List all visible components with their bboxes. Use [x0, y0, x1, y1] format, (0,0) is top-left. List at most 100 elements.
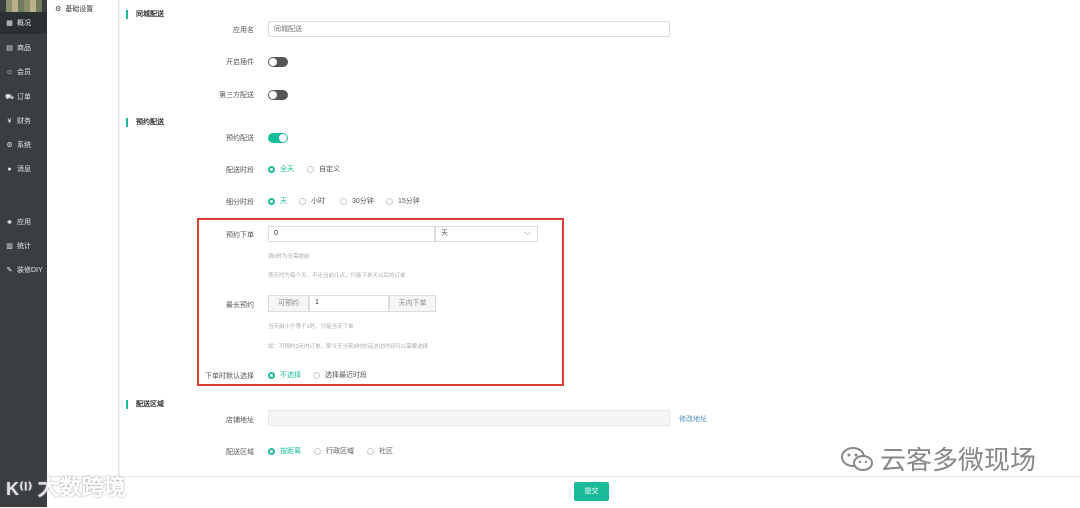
- secondary-menu: ⚙ 基础设置: [47, 0, 119, 507]
- plugin-toggle-label: 开启插件: [226, 59, 254, 66]
- sidebar-item-label: 会员: [17, 69, 31, 76]
- radio-dot: [386, 197, 393, 205]
- sidebar-item-members[interactable]: ☺ 会员: [0, 61, 47, 83]
- store-address-input[interactable]: [268, 410, 670, 426]
- sidebar-item-orders[interactable]: ⛟ 订单: [0, 86, 47, 108]
- store-address-label: 店铺地址: [226, 417, 254, 424]
- cart-icon: ⛟: [5, 93, 14, 101]
- sidebar-item-overview[interactable]: ▦ 概况: [0, 12, 47, 34]
- third-party-label: 第三方配送: [219, 92, 254, 99]
- radio-label: 小时: [311, 198, 325, 205]
- sidebar-item-label: 统计: [17, 243, 31, 250]
- reserve-unit-select[interactable]: 天 ﹀: [435, 226, 538, 242]
- submenu-item-label: 基础设置: [65, 6, 94, 13]
- delivery-period-label: 配送时段: [226, 167, 254, 174]
- sidebar-item-finance[interactable]: ¥ 财务: [0, 110, 47, 132]
- wechat-icon: [841, 446, 873, 471]
- settings-form: 同城配送 应用名 开启插件 第三方配送 预约配送 预约配送 配送时段 全天 自定…: [120, 0, 1080, 507]
- max-reserve-suffix: 天内下单: [389, 295, 436, 312]
- reserve-toggle[interactable]: [268, 133, 288, 143]
- radio-all-day[interactable]: 全天: [268, 164, 294, 174]
- radio-dot: [268, 197, 275, 205]
- sidebar-item-label: 消息: [17, 166, 31, 173]
- max-reserve-help-1: 当天前小于等于1时，只能当天下单: [268, 324, 354, 330]
- sidebar-item-label: 商品: [17, 45, 31, 52]
- section-same-city: 同城配送: [126, 9, 164, 19]
- radio-label: 选择最近时段: [325, 372, 367, 379]
- yen-icon: ¥: [7, 117, 12, 125]
- radio-day[interactable]: 天: [268, 196, 287, 206]
- reserve-help-2: 按天时为每个天，不论当前几点，只能下单天以后的订单: [268, 273, 406, 279]
- sidebar-item-goods[interactable]: ▤ 商品: [0, 37, 47, 59]
- app-name-label: 应用名: [233, 27, 254, 34]
- radio-no-select[interactable]: 不选择: [268, 370, 301, 380]
- sidebar-item-label: 概况: [17, 20, 31, 27]
- radio-dot: [367, 447, 374, 455]
- radio-dot: [268, 447, 275, 455]
- main-sidebar: ▦ 概况 ▤ 商品 ☺ 会员 ⛟ 订单 ¥ 财务 ⚙ 系统 ● 消息 ♣ 应用 …: [0, 0, 47, 507]
- radio-label: 不选择: [280, 372, 301, 379]
- toggle-knob: [279, 134, 287, 142]
- radio-by-distance[interactable]: 按距离: [268, 446, 301, 456]
- default-select-label: 下单时默认选择: [205, 373, 254, 380]
- radio-label: 全天: [280, 166, 294, 173]
- radio-dot: [307, 165, 314, 173]
- toggle-knob: [269, 58, 277, 66]
- app-name-input[interactable]: [268, 21, 670, 37]
- dashboard-icon: ▦: [6, 20, 13, 27]
- radio-label: 15分钟: [398, 198, 420, 205]
- section-bar: [126, 9, 128, 19]
- submit-button[interactable]: 提交: [574, 482, 609, 501]
- chat-icon: ●: [7, 165, 12, 173]
- reserve-toggle-label: 预约配送: [226, 135, 254, 142]
- radio-dot: [268, 371, 275, 379]
- gears-icon: ⚙: [6, 142, 13, 149]
- sidebar-item-label: 系统: [17, 142, 31, 149]
- radio-dot: [340, 197, 347, 205]
- users-icon: ☺: [5, 68, 14, 76]
- avatar[interactable]: [6, 0, 42, 12]
- radio-nearest-slot[interactable]: 选择最近时段: [313, 370, 367, 380]
- bottom-action-bar: 提交: [47, 476, 1080, 508]
- radio-dot: [313, 371, 320, 379]
- sidebar-item-system[interactable]: ⚙ 系统: [0, 134, 47, 156]
- radio-custom[interactable]: 自定义: [307, 164, 340, 174]
- sidebar-item-label: 装修DIY: [17, 267, 43, 274]
- third-party-toggle[interactable]: [268, 90, 288, 100]
- reserve-order-label: 预约下单: [226, 232, 254, 239]
- sidebar-item-diy[interactable]: ✎ 装修DIY: [0, 259, 47, 281]
- gear-icon: ⚙: [55, 6, 62, 13]
- brush-icon: ✎: [6, 267, 13, 274]
- radio-hour[interactable]: 小时: [299, 196, 325, 206]
- watermark-logo-icon: K⁽ᴵ⁾: [6, 479, 38, 499]
- section-bar: [126, 399, 128, 409]
- sidebar-item-label: 应用: [17, 219, 31, 226]
- radio-dot: [299, 197, 306, 205]
- radio-label: 行政区域: [326, 448, 354, 455]
- sidebar-item-stats[interactable]: ▥ 统计: [0, 235, 47, 257]
- radio-community[interactable]: 社区: [367, 446, 393, 456]
- toggle-knob: [269, 91, 277, 99]
- submenu-item-basic-settings[interactable]: ⚙ 基础设置: [55, 4, 93, 14]
- edit-address-link[interactable]: 修改地址: [679, 414, 707, 424]
- delivery-area-label: 配送区域: [226, 449, 254, 456]
- radio-admin-region[interactable]: 行政区域: [314, 446, 354, 456]
- radio-label: 30分钟: [352, 198, 374, 205]
- radio-label: 天: [280, 198, 287, 205]
- goods-icon: ▤: [6, 45, 13, 52]
- max-reserve-input[interactable]: 1: [309, 295, 389, 312]
- section-title: 配送区域: [136, 401, 164, 408]
- max-reserve-prefix: 可预约: [268, 295, 309, 312]
- radio-30min[interactable]: 30分钟: [340, 196, 374, 206]
- radio-15min[interactable]: 15分钟: [386, 196, 420, 206]
- sidebar-item-messages[interactable]: ● 消息: [0, 158, 47, 180]
- watermark-right: 云客多微现场: [840, 440, 1036, 477]
- sidebar-item-apps[interactable]: ♣ 应用: [0, 211, 47, 233]
- radio-label: 社区: [379, 448, 393, 455]
- reserve-order-input[interactable]: 0: [268, 226, 435, 242]
- section-reservation: 预约配送: [126, 117, 164, 127]
- section-title: 预约配送: [136, 119, 164, 126]
- watermark-right-text: 云客多微现场: [880, 445, 1037, 475]
- bar-chart-icon: ▥: [6, 243, 13, 250]
- plugin-toggle[interactable]: [268, 57, 288, 67]
